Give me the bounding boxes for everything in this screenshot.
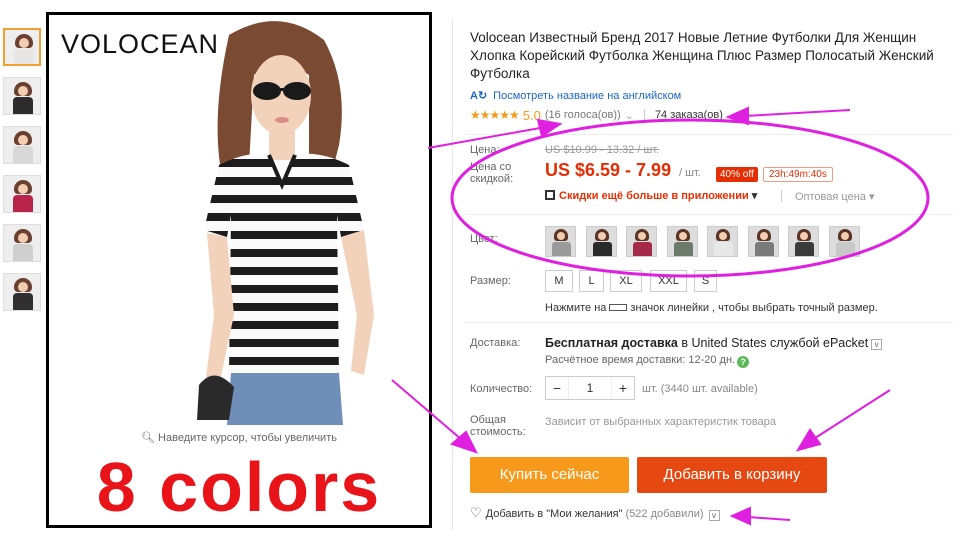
orders-count: 74 заказа(ов)	[654, 109, 723, 121]
thumbnail-3[interactable]	[3, 126, 41, 164]
rating-row: ★★★★★ 5.0 (16 голоса(ов)) ⌄ 74 заказа(ов…	[470, 106, 723, 124]
price-label: Цена:	[470, 144, 500, 156]
size-guide-note: Нажмите на значок линейки , чтобы выбрать…	[545, 302, 878, 314]
color-swatch[interactable]	[626, 226, 657, 257]
shipping-label: Доставка:	[470, 337, 521, 349]
thumbnail-1[interactable]	[3, 28, 41, 66]
color-label: Цвет:	[470, 233, 498, 245]
thumbnail-2[interactable]	[3, 77, 41, 115]
quantity-input[interactable]: 1	[568, 377, 612, 399]
help-icon[interactable]: ?	[737, 356, 750, 368]
increase-button[interactable]: +	[612, 377, 634, 399]
size-option[interactable]: L	[579, 270, 604, 292]
discount-badge: 40% off	[716, 167, 758, 182]
product-title: Volocean Известный Бренд 2017 Новые Летн…	[470, 30, 934, 81]
total-label: Общая стоимость:	[470, 414, 526, 438]
ai-translate-icon: A↻	[470, 90, 488, 102]
quantity-stepper: − 1 +	[545, 376, 635, 400]
size-option[interactable]: M	[545, 270, 573, 292]
chevron-down-icon[interactable]: ⌄	[625, 109, 634, 122]
separator	[465, 134, 953, 135]
rating-score: 5.0	[522, 107, 541, 123]
quantity-available: шт. (3440 шт. available)	[642, 383, 758, 395]
caret-down-icon: ▾	[751, 190, 758, 202]
star-rating-icon: ★★★★★	[470, 108, 520, 122]
decrease-button[interactable]: −	[546, 377, 568, 399]
quantity-label: Количество:	[470, 383, 533, 395]
thumbnail-4[interactable]	[3, 175, 41, 213]
heart-icon: ♡	[470, 505, 482, 520]
annotation-arrow	[747, 516, 791, 521]
discount-price-label: Цена со скидкой:	[470, 161, 514, 185]
annotation-arrow	[811, 389, 891, 441]
size-option[interactable]: XXL	[650, 270, 687, 292]
qr-code-icon	[545, 190, 555, 200]
color-swatch[interactable]	[747, 226, 779, 257]
model-photo	[197, 21, 374, 425]
app-discount-link[interactable]: Скидки ещё больше в приложении ▾	[545, 189, 757, 202]
size-option[interactable]: XL	[610, 270, 642, 292]
price-unit: / шт.	[679, 167, 701, 179]
annotation-arrow	[744, 109, 851, 117]
size-option[interactable]: S	[694, 270, 717, 292]
color-swatch[interactable]	[666, 226, 698, 257]
add-to-cart-button[interactable]: Добавить в корзину	[637, 457, 827, 493]
wishlist-link[interactable]: ♡ Добавить в "Мои желания" (522 добавили)…	[470, 505, 720, 521]
thumbnail-6[interactable]	[3, 273, 41, 311]
buy-now-button[interactable]: Купить сейчас	[470, 457, 629, 493]
current-price: US $6.59 - 7.99	[545, 160, 672, 180]
main-product-image[interactable]: VOLOCEAN 🔍︎ Наведите курсор, чтобы увели…	[46, 12, 432, 528]
annotation-arrowhead	[725, 106, 749, 126]
divider	[643, 109, 645, 121]
color-swatch[interactable]	[788, 226, 819, 257]
translate-link[interactable]: A↻ Посмотреть название на английском	[470, 89, 681, 102]
magnifier-icon: 🔍︎	[141, 432, 155, 444]
color-swatch[interactable]	[828, 226, 860, 257]
thumbnail-list	[3, 28, 43, 322]
caret-down-icon: ▾	[868, 191, 875, 203]
delivery-estimate: Расчётное время доставки: 12-20 дн.?	[545, 354, 750, 368]
chevron-down-icon[interactable]: v	[708, 510, 720, 521]
panel-divider	[452, 20, 453, 530]
separator	[465, 322, 953, 323]
countdown-timer: 23h:49m:40s	[763, 167, 833, 182]
thumbnail-5[interactable]	[3, 224, 41, 262]
divider	[781, 190, 782, 202]
rating-votes[interactable]: (16 голоса(ов))	[545, 109, 621, 121]
old-price: US $10.99 - 13.32 / шт.	[545, 144, 660, 156]
color-swatch[interactable]	[585, 226, 617, 257]
wholesale-price-link[interactable]: Оптовая цена ▾	[795, 190, 874, 203]
zoom-hint: 🔍︎ Наведите курсор, чтобы увеличить	[141, 432, 337, 444]
annotation-arrowhead	[795, 428, 822, 452]
color-swatch[interactable]	[545, 226, 576, 257]
shipping-service[interactable]: ePacket	[823, 336, 868, 350]
separator	[465, 214, 953, 215]
total-note: Зависит от выбранных характеристик товар…	[545, 416, 776, 428]
ruler-icon[interactable]	[609, 304, 628, 311]
promo-colors-text: 8 colors	[96, 448, 382, 526]
shipping-info: Бесплатная доставка в United States служ…	[545, 336, 883, 350]
chevron-down-icon[interactable]: v	[871, 339, 883, 350]
color-swatch[interactable]	[707, 226, 738, 257]
size-label: Размер:	[470, 275, 511, 287]
annotation-arrowhead	[729, 506, 751, 526]
